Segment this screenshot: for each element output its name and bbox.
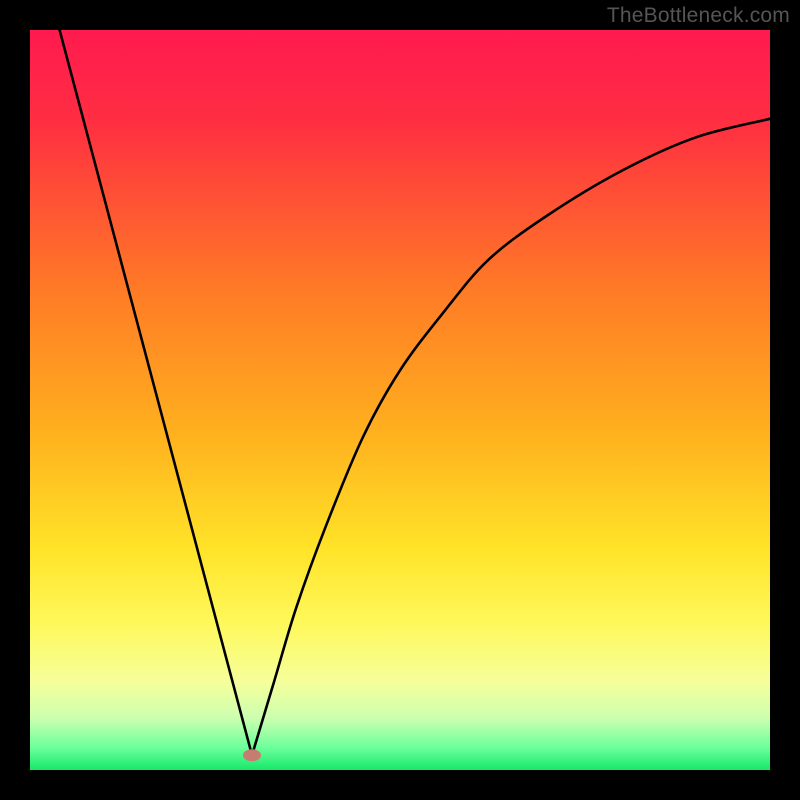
minimum-marker <box>243 749 261 761</box>
chart-frame: TheBottleneck.com <box>0 0 800 800</box>
background-gradient <box>30 30 770 770</box>
watermark-text: TheBottleneck.com <box>607 4 790 28</box>
plot-area <box>30 30 770 770</box>
chart-svg <box>30 30 770 770</box>
